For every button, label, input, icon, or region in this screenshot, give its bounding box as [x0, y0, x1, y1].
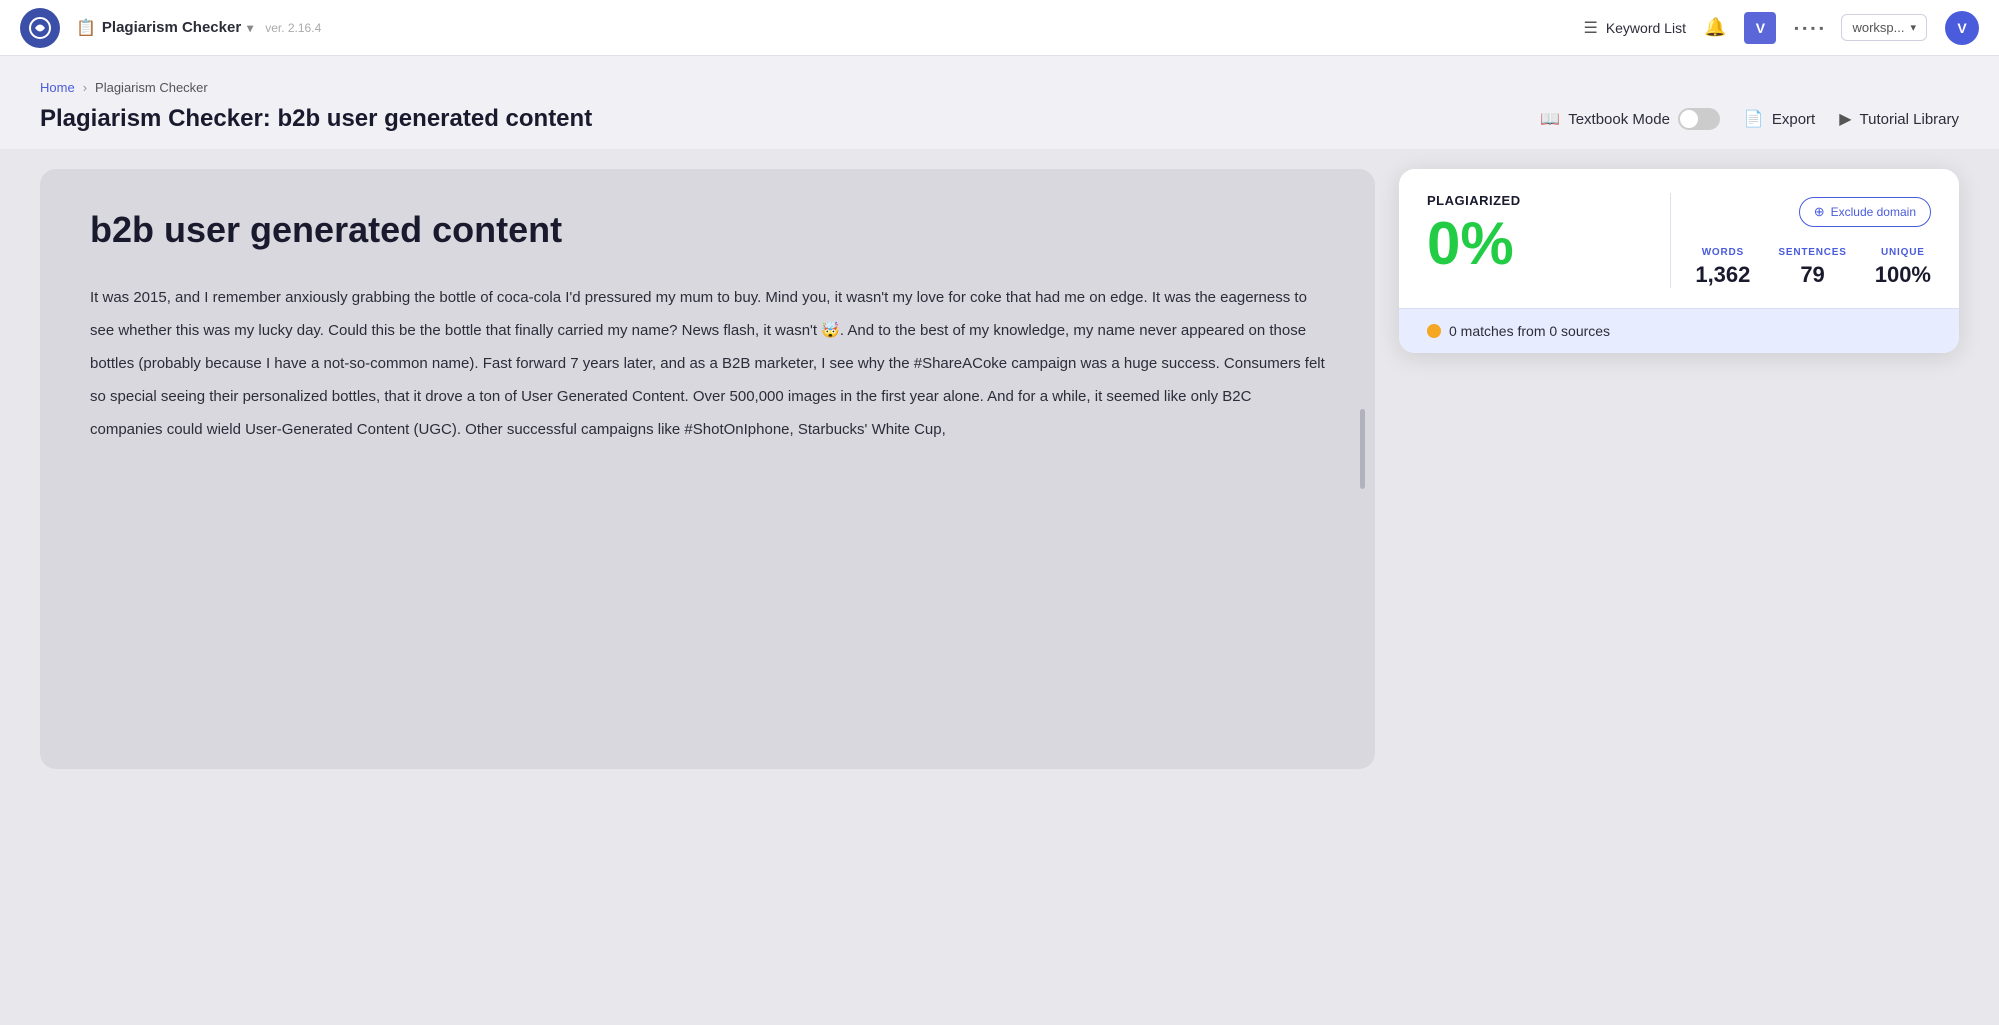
tutorial-library-icon: ▶: [1839, 109, 1851, 129]
workspace-button[interactable]: worksp... ▾: [1841, 14, 1927, 41]
exclude-domain-label: Exclude domain: [1831, 205, 1916, 219]
tutorial-library-button[interactable]: ▶ Tutorial Library: [1839, 109, 1959, 129]
unique-label: UNIQUE: [1875, 247, 1931, 258]
export-icon: 📄: [1744, 109, 1764, 129]
words-label: WORDS: [1695, 247, 1750, 258]
textbook-mode-toggle[interactable]: [1678, 108, 1720, 130]
results-top-section: PLAGIARIZED 0% ⊕ Exclude domain WORDS: [1399, 169, 1959, 308]
plagiarized-percentage: 0%: [1427, 214, 1646, 274]
keyword-list-button[interactable]: ☰ Keyword List: [1583, 18, 1686, 38]
stat-unique: UNIQUE 100%: [1875, 247, 1931, 288]
words-value: 1,362: [1695, 262, 1750, 288]
sentences-label: SENTENCES: [1778, 247, 1846, 258]
textbook-mode-icon: 📖: [1540, 109, 1560, 129]
main-content: b2b user generated content It was 2015, …: [0, 149, 1999, 789]
copy-icon: 📋: [76, 18, 96, 38]
breadcrumb-current: Plagiarism Checker: [95, 80, 208, 95]
unique-value: 100%: [1875, 262, 1931, 288]
grid-icon-1: ▪: [1794, 21, 1798, 35]
top-navigation: 📋 Plagiarism Checker ▾ ver. 2.16.4 ☰ Key…: [0, 0, 1999, 56]
sentences-value: 79: [1778, 262, 1846, 288]
breadcrumb-separator: ›: [83, 80, 87, 95]
results-panel: PLAGIARIZED 0% ⊕ Exclude domain WORDS: [1399, 169, 1959, 353]
exclude-domain-icon: ⊕: [1814, 204, 1825, 220]
page-title-row: Plagiarism Checker: b2b user generated c…: [40, 105, 1959, 133]
app-chevron-icon: ▾: [247, 21, 253, 35]
breadcrumb: Home › Plagiarism Checker: [40, 80, 1959, 95]
grid-icon-4: ▪: [1819, 21, 1823, 35]
topnav-right-section: ☰ Keyword List 🔔 V ▪ ▪ ▪ ▪ worksp... ▾ V: [1583, 11, 1979, 45]
document-title: b2b user generated content: [90, 209, 1325, 251]
tutorial-library-label: Tutorial Library: [1860, 111, 1959, 128]
stat-sentences: SENTENCES 79: [1778, 247, 1846, 288]
app-logo[interactable]: [20, 8, 60, 48]
workspace-label: worksp...: [1852, 20, 1904, 35]
breadcrumb-home[interactable]: Home: [40, 80, 75, 95]
plagiarized-section: PLAGIARIZED 0%: [1427, 193, 1646, 288]
results-card: PLAGIARIZED 0% ⊕ Exclude domain WORDS: [1399, 169, 1959, 353]
textbook-mode-label: Textbook Mode: [1568, 111, 1670, 128]
plagiarized-label: PLAGIARIZED: [1427, 193, 1646, 208]
page-header: Home › Plagiarism Checker Plagiarism Che…: [0, 56, 1999, 149]
document-panel: b2b user generated content It was 2015, …: [40, 169, 1375, 769]
app-name-label: Plagiarism Checker: [102, 19, 241, 36]
grid-icon-2: ▪: [1803, 21, 1807, 35]
page-title-actions: 📖 Textbook Mode 📄 Export ▶ Tutorial Libr…: [1540, 108, 1959, 130]
results-divider: [1670, 193, 1671, 288]
stat-words: WORDS 1,362: [1695, 247, 1750, 288]
document-body[interactable]: It was 2015, and I remember anxiously gr…: [90, 281, 1325, 446]
export-label: Export: [1772, 111, 1815, 128]
notification-icon[interactable]: 🔔: [1704, 17, 1726, 38]
matches-dot-icon: [1427, 324, 1441, 338]
matches-bar: 0 matches from 0 sources: [1399, 308, 1959, 353]
app-name-button[interactable]: 📋 Plagiarism Checker ▾: [76, 18, 253, 38]
exclude-domain-button[interactable]: ⊕ Exclude domain: [1799, 197, 1931, 227]
grid-icon-3: ▪: [1811, 21, 1815, 35]
keyword-list-label: Keyword List: [1606, 20, 1686, 36]
workspace-chevron-icon: ▾: [1910, 21, 1916, 34]
matches-text: 0 matches from 0 sources: [1449, 323, 1610, 339]
scroll-indicator[interactable]: [1360, 409, 1365, 489]
user-avatar-square[interactable]: V: [1744, 12, 1776, 44]
app-version: ver. 2.16.4: [265, 21, 321, 35]
user-avatar-circle[interactable]: V: [1945, 11, 1979, 45]
export-button[interactable]: 📄 Export: [1744, 109, 1815, 129]
keyword-list-icon: ☰: [1583, 18, 1597, 38]
stats-section: WORDS 1,362 SENTENCES 79 UNIQUE 100%: [1695, 239, 1931, 288]
page-title: Plagiarism Checker: b2b user generated c…: [40, 105, 592, 133]
textbook-mode-button[interactable]: 📖 Textbook Mode: [1540, 108, 1720, 130]
